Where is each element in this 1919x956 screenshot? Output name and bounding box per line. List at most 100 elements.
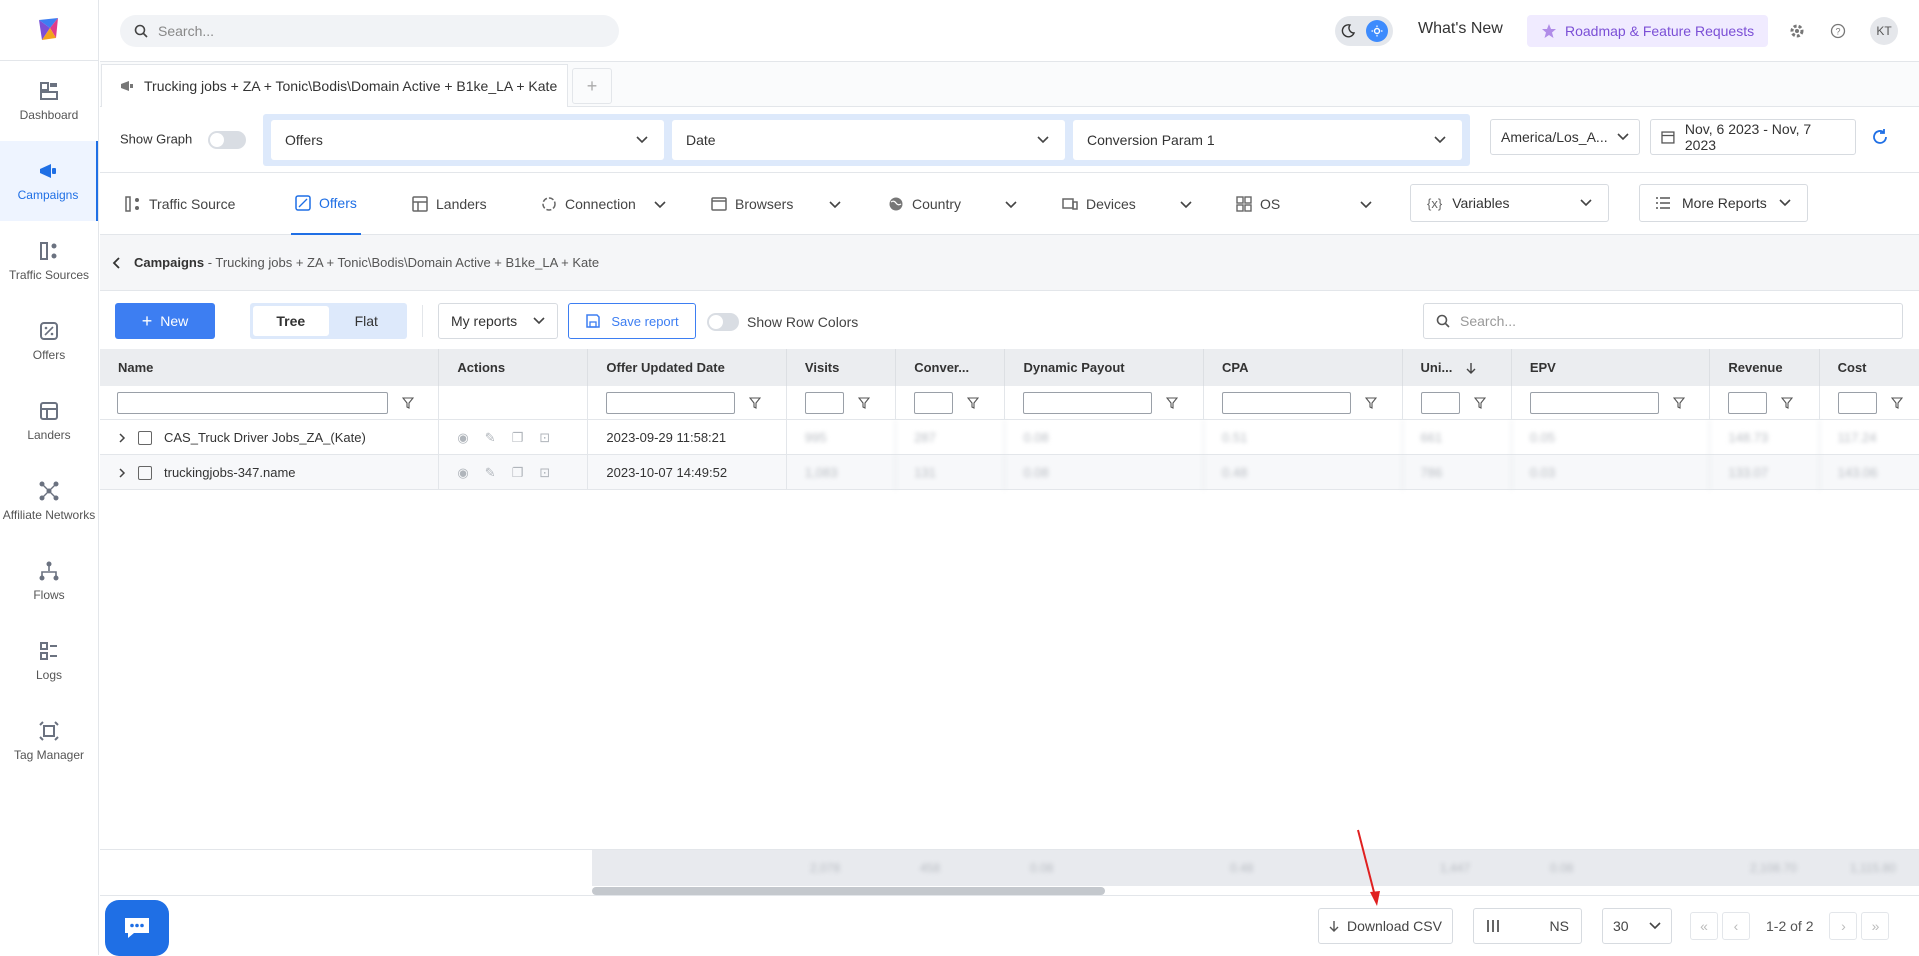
- group-select-2[interactable]: Date: [672, 120, 1065, 160]
- col-cpa[interactable]: CPA: [1204, 349, 1403, 386]
- col-unique[interactable]: Uni...: [1403, 349, 1512, 386]
- col-cost[interactable]: Cost: [1820, 349, 1919, 386]
- col-visits[interactable]: Visits: [787, 349, 897, 386]
- next-page-icon[interactable]: ›: [1829, 912, 1858, 940]
- col-name[interactable]: Name: [100, 349, 440, 386]
- row-colors-option[interactable]: Show Row Colors: [707, 313, 858, 331]
- col-revenue[interactable]: Revenue: [1710, 349, 1820, 386]
- user-avatar[interactable]: KT: [1870, 17, 1898, 45]
- settings-icon[interactable]: [1786, 20, 1808, 42]
- timezone-select[interactable]: America/Los_A...: [1490, 119, 1640, 155]
- theme-toggle[interactable]: [1335, 16, 1393, 46]
- group-select-3[interactable]: Conversion Param 1: [1073, 120, 1462, 160]
- col-offer-updated[interactable]: Offer Updated Date: [588, 349, 787, 386]
- columns-button[interactable]: NS: [1473, 908, 1582, 944]
- filter-icon[interactable]: [1672, 397, 1685, 409]
- download-csv-button[interactable]: Download CSV: [1318, 908, 1453, 944]
- filter-name-input[interactable]: [117, 392, 388, 414]
- nav-offers[interactable]: Offers: [0, 301, 98, 381]
- expand-chevron-icon[interactable]: [118, 467, 126, 478]
- filter-icon[interactable]: [967, 397, 980, 409]
- filter-epv-input[interactable]: [1529, 392, 1659, 414]
- add-tab-button[interactable]: +: [572, 68, 612, 104]
- table-search-input[interactable]: Search...: [1423, 303, 1903, 339]
- filter-unique-input[interactable]: [1420, 392, 1460, 414]
- filter-date-input[interactable]: [606, 392, 736, 414]
- filter-icon[interactable]: [1364, 397, 1377, 409]
- chat-button[interactable]: [105, 900, 169, 956]
- filter-icon[interactable]: [1781, 397, 1794, 409]
- new-button[interactable]: + New: [115, 303, 215, 339]
- filter-conversions-input[interactable]: [914, 392, 954, 414]
- eye-icon[interactable]: ◉: [457, 465, 468, 481]
- tab-browsers[interactable]: Browsers: [711, 173, 843, 235]
- archive-icon[interactable]: ⊡: [539, 465, 550, 481]
- back-chevron-icon[interactable]: [112, 256, 122, 269]
- tab-offers[interactable]: Offers: [291, 173, 361, 235]
- help-icon[interactable]: ?: [1827, 20, 1849, 42]
- archive-icon[interactable]: ⊡: [539, 430, 550, 446]
- whats-new-link[interactable]: What's New: [1418, 20, 1503, 38]
- filter-cost-input[interactable]: [1837, 392, 1877, 414]
- app-logo[interactable]: [0, 0, 98, 61]
- tab-traffic-source[interactable]: Traffic Source: [125, 173, 235, 235]
- table-row[interactable]: CAS_Truck Driver Jobs_ZA_(Kate) ◉ ✎ ❐ ⊡ …: [100, 420, 1919, 455]
- show-graph-toggle[interactable]: [207, 131, 246, 149]
- col-dynamic-payout[interactable]: Dynamic Payout: [1005, 349, 1204, 386]
- row-colors-toggle[interactable]: [707, 313, 739, 331]
- tab-devices[interactable]: Devices: [1062, 173, 1194, 235]
- global-search[interactable]: Search...: [120, 15, 619, 47]
- my-reports-dropdown[interactable]: My reports: [438, 303, 558, 339]
- last-page-icon[interactable]: »: [1861, 912, 1890, 940]
- eye-icon[interactable]: ◉: [457, 430, 468, 446]
- flat-view-button[interactable]: Flat: [329, 306, 405, 336]
- tab-country[interactable]: Country: [888, 173, 1019, 235]
- filter-icon[interactable]: [749, 397, 762, 409]
- breadcrumb-root[interactable]: Campaigns: [134, 255, 204, 270]
- sort-down-icon[interactable]: [1466, 362, 1476, 374]
- first-page-icon[interactable]: «: [1690, 912, 1718, 940]
- filter-payout-input[interactable]: [1023, 392, 1153, 414]
- filter-icon[interactable]: [1166, 397, 1179, 409]
- refresh-icon[interactable]: [1868, 125, 1892, 149]
- copy-icon[interactable]: ❐: [512, 465, 524, 481]
- nav-tag-manager[interactable]: Tag Manager: [0, 701, 98, 781]
- campaign-tab[interactable]: Trucking jobs + ZA + Tonic\Bodis\Domain …: [101, 64, 568, 107]
- horizontal-scrollbar[interactable]: [592, 887, 1105, 895]
- filter-icon[interactable]: [1890, 397, 1903, 409]
- tree-view-button[interactable]: Tree: [253, 306, 329, 336]
- nav-affiliate-networks[interactable]: Affiliate Networks: [0, 461, 98, 541]
- date-range-picker[interactable]: Nov, 6 2023 - Nov, 7 2023: [1650, 119, 1856, 155]
- edit-icon[interactable]: ✎: [485, 430, 496, 446]
- edit-icon[interactable]: ✎: [485, 465, 496, 481]
- variables-dropdown[interactable]: {x} Variables: [1410, 184, 1609, 222]
- show-graph[interactable]: Show Graph: [120, 131, 246, 149]
- nav-landers[interactable]: Landers: [0, 381, 98, 461]
- col-epv[interactable]: EPV: [1512, 349, 1711, 386]
- prev-page-icon[interactable]: ‹: [1722, 912, 1750, 940]
- nav-campaigns[interactable]: Campaigns: [0, 141, 98, 221]
- row-name[interactable]: truckingjobs-347.name: [164, 465, 296, 480]
- filter-cpa-input[interactable]: [1221, 392, 1351, 414]
- nav-flows[interactable]: Flows: [0, 541, 98, 621]
- tab-connection[interactable]: Connection: [541, 173, 668, 235]
- tab-landers[interactable]: Landers: [412, 173, 487, 235]
- group-select-1[interactable]: Offers: [271, 120, 664, 160]
- filter-revenue-input[interactable]: [1728, 392, 1768, 414]
- nav-dashboard[interactable]: Dashboard: [0, 61, 98, 141]
- filter-icon[interactable]: [857, 397, 870, 409]
- row-checkbox[interactable]: [138, 430, 152, 445]
- col-conversions[interactable]: Conver...: [896, 349, 1006, 386]
- page-size-select[interactable]: 30: [1602, 908, 1672, 944]
- filter-icon[interactable]: [1473, 397, 1486, 409]
- tab-os[interactable]: OS: [1236, 173, 1374, 235]
- expand-chevron-icon[interactable]: [118, 432, 126, 443]
- nav-traffic-sources[interactable]: Traffic Sources: [0, 221, 98, 301]
- roadmap-button[interactable]: Roadmap & Feature Requests: [1527, 15, 1769, 47]
- copy-icon[interactable]: ❐: [512, 430, 524, 446]
- row-checkbox[interactable]: [138, 465, 152, 480]
- row-name[interactable]: CAS_Truck Driver Jobs_ZA_(Kate): [164, 430, 366, 445]
- more-reports-dropdown[interactable]: More Reports: [1639, 184, 1808, 222]
- nav-logs[interactable]: Logs: [0, 621, 98, 701]
- filter-visits-input[interactable]: [804, 392, 844, 414]
